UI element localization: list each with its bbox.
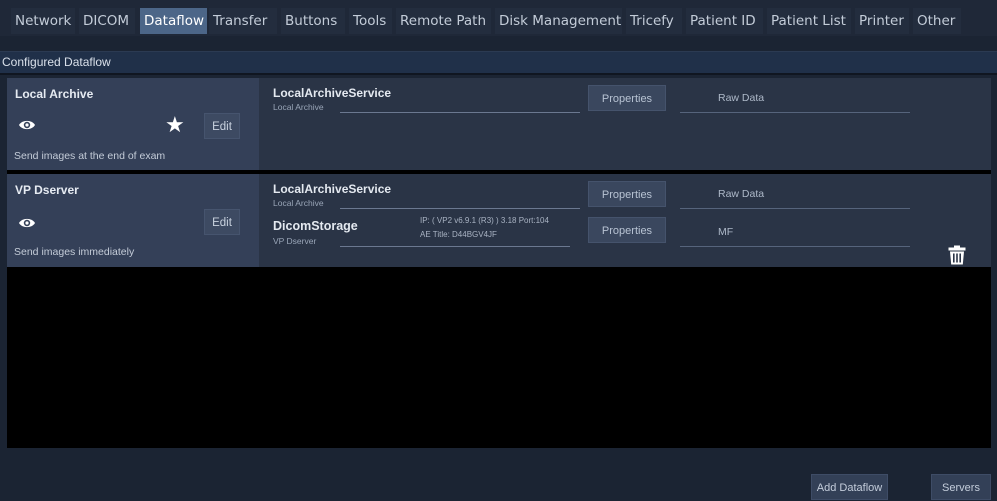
- section-header: Configured Dataflow: [0, 51, 997, 74]
- divider: [340, 246, 570, 247]
- format-label: Raw Data: [718, 188, 765, 200]
- service-ae-title: AE Title: D44BGV4JF: [420, 230, 497, 239]
- tab-printer[interactable]: Printer: [855, 8, 909, 34]
- tab-network[interactable]: Network: [11, 8, 75, 34]
- service-subtitle: VP Dserver: [273, 236, 317, 246]
- edit-button[interactable]: Edit: [204, 113, 240, 139]
- edit-button[interactable]: Edit: [204, 209, 240, 235]
- divider: [680, 112, 910, 113]
- service-name: DicomStorage: [273, 219, 358, 233]
- dataflow-services: LocalArchiveService Local Archive Proper…: [260, 174, 991, 267]
- dataflow-name: Local Archive: [15, 87, 94, 101]
- format-label: Raw Data: [718, 92, 765, 104]
- tab-other[interactable]: Other: [913, 8, 961, 34]
- dataflow-description: Send images at the end of exam: [14, 150, 166, 162]
- dataflow-row-local-archive[interactable]: Local Archive ★ Edit Send images at the …: [7, 78, 991, 170]
- tab-disk-management[interactable]: Disk Management: [495, 8, 622, 34]
- tab-dataflow[interactable]: Dataflow: [140, 8, 207, 34]
- divider: [680, 246, 910, 247]
- tab-buttons[interactable]: Buttons: [281, 8, 345, 34]
- service-ip-info: IP: ( VP2 v6.9.1 (R3) ) 3.18 Port:104: [420, 216, 549, 225]
- tab-bar: Network DICOM Dataflow Transfer Buttons …: [0, 0, 997, 36]
- divider: [340, 208, 580, 209]
- tab-tools[interactable]: Tools: [349, 8, 392, 34]
- divider: [340, 112, 580, 113]
- tab-patient-id[interactable]: Patient ID: [686, 8, 763, 34]
- tab-tricefy[interactable]: Tricefy: [626, 8, 682, 34]
- tab-remote-path[interactable]: Remote Path: [396, 8, 491, 34]
- dataflow-services: LocalArchiveService Local Archive Proper…: [260, 78, 991, 170]
- eye-icon[interactable]: [18, 216, 36, 230]
- dataflow-summary: Local Archive ★ Edit Send images at the …: [7, 78, 259, 170]
- divider: [680, 208, 910, 209]
- properties-button[interactable]: Properties: [588, 85, 666, 111]
- eye-icon[interactable]: [18, 118, 36, 132]
- service-name: LocalArchiveService: [273, 86, 392, 100]
- format-label: MF: [718, 226, 734, 238]
- properties-button[interactable]: Properties: [588, 181, 666, 207]
- tab-dicom[interactable]: DICOM: [79, 8, 135, 34]
- service-name: LocalArchiveService: [273, 182, 392, 196]
- section-title: Configured Dataflow: [2, 55, 111, 69]
- dataflow-name: VP Dserver: [15, 183, 79, 197]
- trash-icon[interactable]: [948, 245, 966, 265]
- dataflow-summary: VP Dserver Edit Send images immediately: [7, 174, 259, 267]
- add-dataflow-button[interactable]: Add Dataflow: [811, 474, 888, 500]
- tab-transfer[interactable]: Transfer: [209, 8, 277, 34]
- dataflow-description: Send images immediately: [14, 246, 135, 258]
- tab-patient-list[interactable]: Patient List: [767, 8, 851, 34]
- service-subtitle: Local Archive: [273, 102, 324, 112]
- service-subtitle: Local Archive: [273, 198, 324, 208]
- dataflow-row-vp-dserver[interactable]: VP Dserver Edit Send images immediately …: [7, 174, 991, 267]
- properties-button[interactable]: Properties: [588, 217, 666, 243]
- servers-button[interactable]: Servers: [931, 474, 991, 500]
- star-icon[interactable]: ★: [165, 114, 185, 136]
- section-divider: [0, 73, 997, 75]
